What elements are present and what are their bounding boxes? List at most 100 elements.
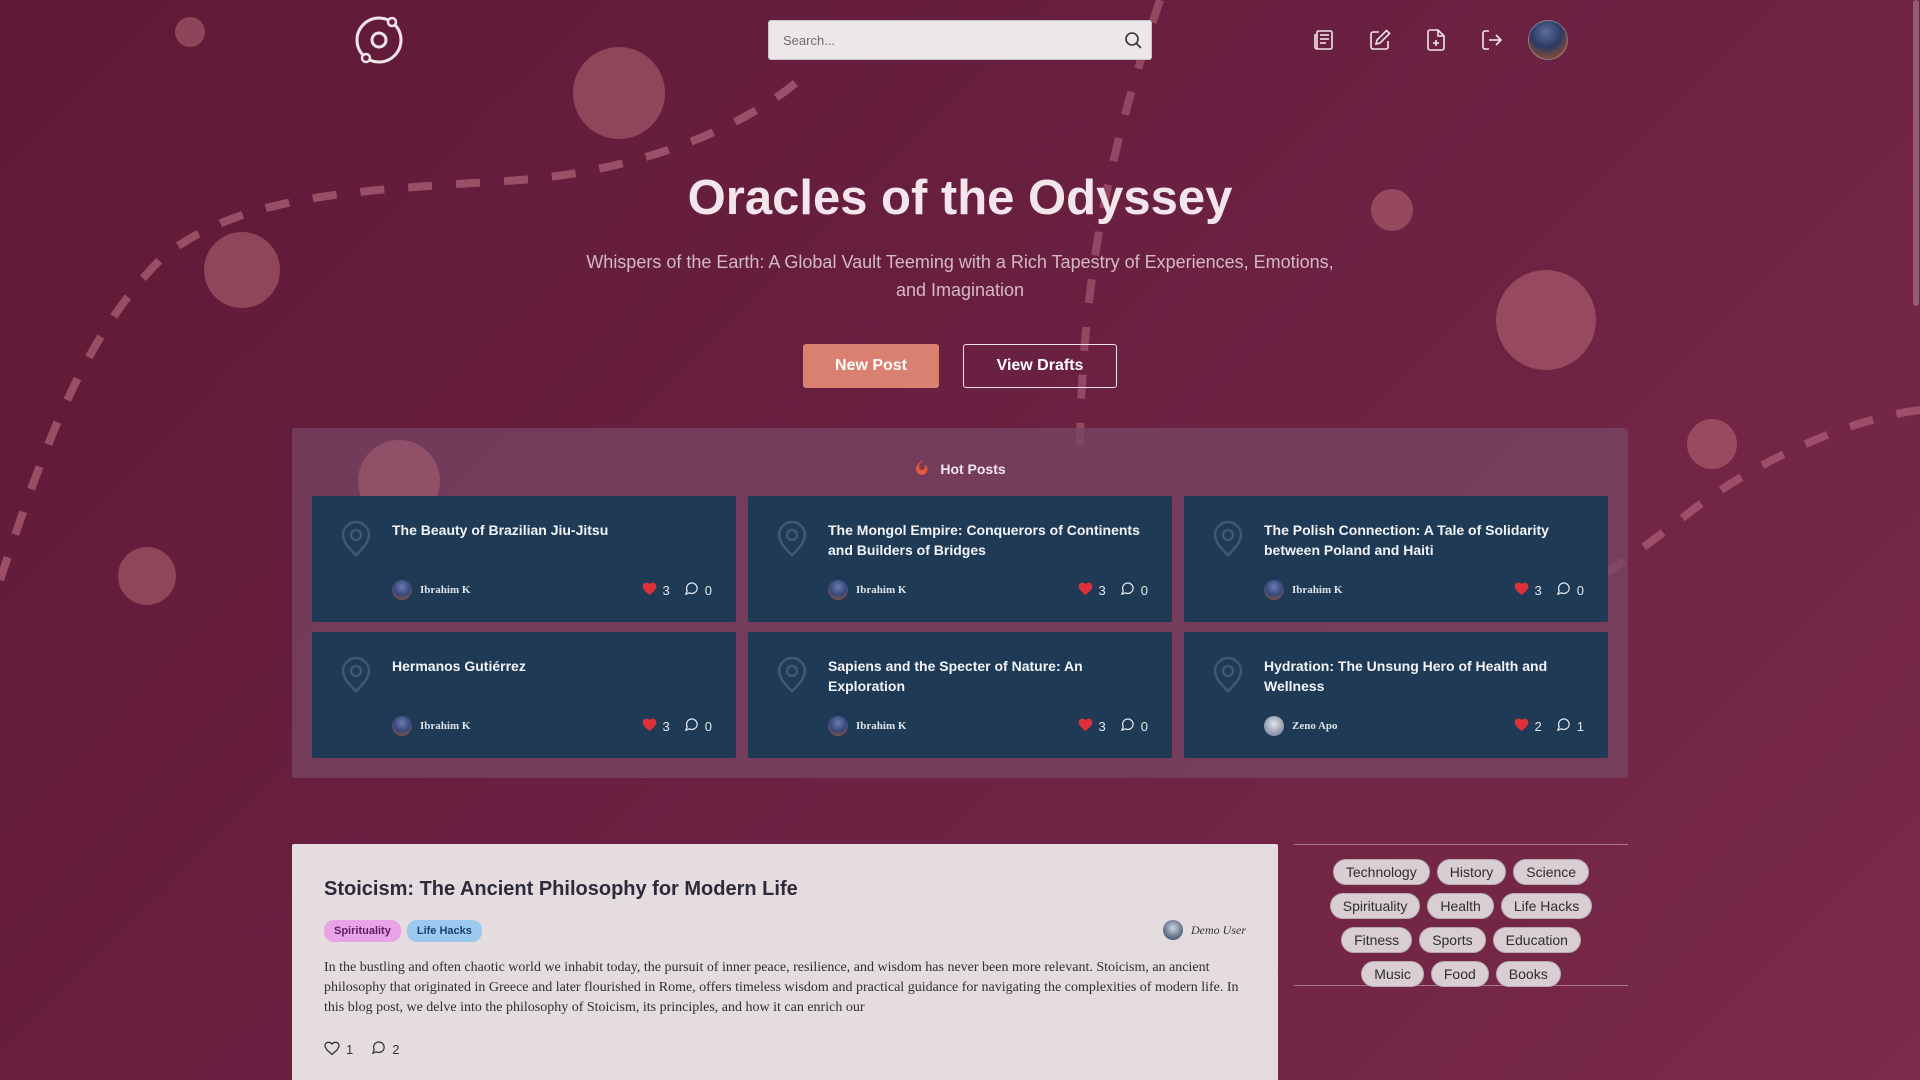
comment-icon <box>1556 581 1571 599</box>
page-title: Oracles of the Odyssey <box>687 171 1233 225</box>
comment-icon <box>371 1040 386 1058</box>
articles-icon[interactable] <box>1308 22 1339 58</box>
logout-icon[interactable] <box>1476 22 1507 58</box>
category-tag[interactable]: Life Hacks <box>1500 893 1593 919</box>
view-drafts-button[interactable]: View Drafts <box>963 344 1117 388</box>
hot-post-author[interactable]: Ibrahim K <box>856 584 1064 596</box>
likes-count: 3 <box>1098 718 1106 734</box>
page-scrollbar[interactable] <box>1912 0 1920 1080</box>
likes-count: 3 <box>662 582 670 598</box>
hot-post-author[interactable]: Ibrahim K <box>1292 584 1500 596</box>
category-tag[interactable]: Food <box>1430 961 1489 987</box>
hot-post-meta: Ibrahim K 3 0 <box>392 580 712 600</box>
likes-stat[interactable]: 3 <box>1078 582 1106 598</box>
hot-post-card[interactable]: Hermanos Gutiérrez Ibrahim K 3 0 <box>312 632 736 758</box>
comments-stat[interactable]: 0 <box>1120 581 1148 599</box>
heart-icon <box>642 582 657 598</box>
hot-post-card[interactable]: The Polish Connection: A Tale of Solidar… <box>1184 496 1608 622</box>
category-tag[interactable]: Education <box>1492 927 1581 953</box>
search-input[interactable] <box>769 21 1115 59</box>
hot-post-title[interactable]: The Polish Connection: A Tale of Solidar… <box>1264 520 1584 560</box>
category-tag[interactable]: Sports <box>1419 927 1486 953</box>
comment-icon <box>684 581 699 599</box>
hot-post-meta: Ibrahim K 3 0 <box>1264 580 1584 600</box>
hot-post-title[interactable]: Sapiens and the Specter of Nature: An Ex… <box>828 656 1148 696</box>
hot-post-author[interactable]: Ibrahim K <box>420 720 628 732</box>
edit-icon[interactable] <box>1364 22 1395 58</box>
comments-count: 0 <box>704 582 712 598</box>
category-tag[interactable]: Music <box>1361 961 1424 987</box>
location-pin-icon <box>1212 520 1244 563</box>
hot-post-card[interactable]: Sapiens and the Specter of Nature: An Ex… <box>748 632 1172 758</box>
hot-post-meta: Ibrahim K 3 0 <box>828 716 1148 736</box>
post-excerpt: In the bustling and often chaotic world … <box>324 960 1239 1015</box>
likes-stat[interactable]: 3 <box>1514 582 1542 598</box>
location-pin-icon <box>340 656 372 699</box>
location-pin-icon <box>340 520 372 563</box>
hot-post-card[interactable]: The Mongol Empire: Conquerors of Contine… <box>748 496 1172 622</box>
hot-post-title[interactable]: The Beauty of Brazilian Jiu-Jitsu <box>392 520 712 540</box>
post-title[interactable]: Stoicism: The Ancient Philosophy for Mod… <box>324 878 798 901</box>
hot-post-title[interactable]: The Mongol Empire: Conquerors of Contine… <box>828 520 1148 560</box>
scrollbar-thumb[interactable] <box>1913 0 1919 306</box>
nav-icon-group <box>1308 22 1507 58</box>
avatar <box>828 580 848 600</box>
new-post-button[interactable]: New Post <box>803 344 939 388</box>
search-icon[interactable] <box>1115 31 1151 49</box>
likes-stat[interactable]: 3 <box>642 582 670 598</box>
location-pin-icon <box>776 520 808 563</box>
heart-icon <box>642 718 657 734</box>
new-file-icon[interactable] <box>1420 22 1451 58</box>
heart-icon <box>1078 718 1093 734</box>
post-card: Stoicism: The Ancient Philosophy for Mod… <box>292 844 1278 1080</box>
category-tag[interactable]: Technology <box>1332 859 1430 885</box>
comments-stat[interactable]: 1 <box>1556 717 1584 735</box>
comment-icon <box>1120 581 1135 599</box>
comments-count: 0 <box>704 718 712 734</box>
hot-posts-label: Hot Posts <box>940 460 1006 477</box>
category-tag[interactable]: Fitness <box>1341 927 1413 953</box>
likes-count: 2 <box>1534 718 1542 734</box>
tag-cloud: Technology History Science Spirituality … <box>1294 859 1628 987</box>
category-tag[interactable]: Books <box>1495 961 1561 987</box>
category-tag[interactable]: History <box>1436 859 1507 885</box>
post-tag[interactable]: Life Hacks <box>406 920 482 942</box>
orbit-logo-icon[interactable] <box>352 12 406 68</box>
hot-post-title[interactable]: Hermanos Gutiérrez <box>392 656 712 676</box>
avatar <box>1264 716 1284 736</box>
comments-stat[interactable]: 0 <box>1120 717 1148 735</box>
comment-button[interactable]: 2 <box>371 1040 399 1058</box>
top-navbar <box>0 0 1920 80</box>
like-button[interactable]: 1 <box>324 1040 353 1058</box>
comments-stat[interactable]: 0 <box>1556 581 1584 599</box>
heart-outline-icon <box>324 1041 340 1058</box>
comments-stat[interactable]: 0 <box>684 717 712 735</box>
likes-count: 3 <box>662 718 670 734</box>
hot-post-author[interactable]: Ibrahim K <box>420 584 628 596</box>
avatar <box>828 716 848 736</box>
post-tag[interactable]: Spirituality <box>324 920 401 942</box>
category-tag[interactable]: Science <box>1513 859 1590 885</box>
hot-post-title[interactable]: Hydration: The Unsung Hero of Health and… <box>1264 656 1584 696</box>
likes-stat[interactable]: 3 <box>642 718 670 734</box>
category-tag[interactable]: Spirituality <box>1329 893 1421 919</box>
category-tag[interactable]: Health <box>1427 893 1494 919</box>
search-bar <box>768 20 1152 60</box>
location-pin-icon <box>1212 656 1244 699</box>
hot-post-author[interactable]: Zeno Apo <box>1292 720 1500 732</box>
likes-count: 1 <box>346 1041 354 1057</box>
likes-stat[interactable]: 2 <box>1514 718 1542 734</box>
hot-post-card[interactable]: The Beauty of Brazilian Jiu-Jitsu Ibrahi… <box>312 496 736 622</box>
hot-post-card[interactable]: Hydration: The Unsung Hero of Health and… <box>1184 632 1608 758</box>
likes-stat[interactable]: 3 <box>1078 718 1106 734</box>
comment-icon <box>684 717 699 735</box>
comments-stat[interactable]: 0 <box>684 581 712 599</box>
post-stats: 1 2 <box>324 1040 399 1058</box>
comments-count: 1 <box>1576 718 1584 734</box>
post-author[interactable]: Demo User <box>1163 920 1246 940</box>
hot-posts-grid: The Beauty of Brazilian Jiu-Jitsu Ibrahi… <box>312 496 1608 758</box>
hot-post-meta: Ibrahim K 3 0 <box>828 580 1148 600</box>
hot-post-author[interactable]: Ibrahim K <box>856 720 1064 732</box>
user-avatar[interactable] <box>1528 20 1568 60</box>
tag-cloud-sidebar: Technology History Science Spirituality … <box>1294 844 1628 987</box>
